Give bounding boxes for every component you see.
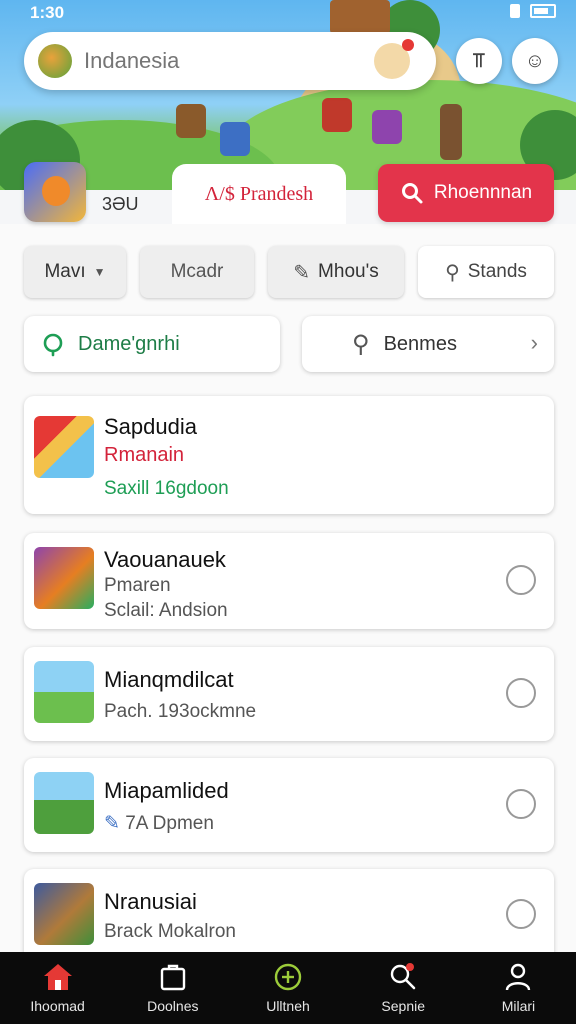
search-icon <box>391 963 416 990</box>
tab-region-label: Λ/$ Prandesh <box>204 182 314 205</box>
plus-circle-icon <box>274 963 302 991</box>
puzzle-icon: ✎ <box>293 261 311 284</box>
search-action-button[interactable]: Rhoennnan <box>378 164 554 222</box>
tag-icon: ✎ <box>104 813 120 834</box>
signal-icon <box>510 4 520 18</box>
filter-dropdown-label: Mavı <box>44 261 86 282</box>
filter-dropdown[interactable]: Mavı ▼ <box>24 246 126 298</box>
item-subtitle: Pmaren <box>104 575 171 596</box>
nav-search[interactable]: Sepnie <box>346 952 461 1024</box>
profile-row: 3ƏU Λ/$ Prandesh Rhoennnan <box>0 160 576 230</box>
select-radio[interactable] <box>506 899 536 929</box>
tools-label: Benmes <box>383 332 457 355</box>
select-radio[interactable] <box>506 678 536 708</box>
item-meta: Saxill 16gdoon <box>104 478 229 500</box>
location-search-bar[interactable] <box>24 32 436 90</box>
profile-icon <box>506 963 531 991</box>
nav-profile-label: Milari <box>501 998 536 1014</box>
status-time: 1:30 <box>30 3 65 22</box>
game-thumbnail <box>34 661 94 723</box>
game-thumbnail <box>34 883 94 945</box>
list-item[interactable]: Miapamlided ✎ 7A Dpmen <box>24 758 554 852</box>
item-title: Sapdudia <box>104 414 197 439</box>
search-input[interactable] <box>84 48 374 74</box>
item-meta: Sclail: Andsion <box>104 600 228 621</box>
nav-home-label: Ihoomad <box>30 998 85 1014</box>
game-avatar[interactable] <box>24 162 86 222</box>
bag-icon <box>160 964 185 991</box>
chevron-right-icon: › <box>530 330 538 355</box>
game-thumbnail <box>34 416 94 478</box>
wrench-icon: ⚲ <box>352 330 370 358</box>
item-title: Vaouanauek <box>104 547 226 572</box>
select-radio[interactable] <box>506 789 536 819</box>
tools-button[interactable]: ⚲ Benmes › <box>302 316 554 372</box>
filter-chip-stands-label: Stands <box>467 261 527 282</box>
smile-icon: ☺ <box>524 49 546 72</box>
nav-create-label: Ulltneh <box>266 998 310 1014</box>
item-title: Mianqmdilcat <box>104 667 234 692</box>
nav-tools[interactable]: Doolnes <box>115 952 230 1024</box>
battery-icon <box>530 4 556 18</box>
account-button[interactable]: ☺ <box>512 38 558 84</box>
points-value: 3ƏU <box>102 194 139 214</box>
filter-chip-mode-label: Mcadr <box>170 261 224 282</box>
item-title: Nranusiai <box>104 889 197 914</box>
list-item[interactable]: Sapdudia Rmanain Saxill 16gdoon <box>24 396 554 514</box>
map-search-label: Dame'gnrhi <box>78 332 180 355</box>
select-radio[interactable] <box>506 565 536 595</box>
nav-profile[interactable]: Milari <box>461 952 576 1024</box>
item-meta-text: Saxill 16gdoon <box>104 478 229 499</box>
item-meta-text: 7A Dpmen <box>125 813 214 834</box>
item-meta: Brack Mokalron <box>104 921 236 942</box>
search-action-label: Rhoennnan <box>433 182 533 203</box>
tab-region[interactable]: Λ/$ Prandesh <box>172 164 346 224</box>
chevron-down-icon: ▼ <box>93 265 106 279</box>
person-pin-icon: ⚲ <box>445 261 460 284</box>
filter-chip-hours[interactable]: ✎ Mhou's <box>268 246 404 298</box>
map-search-button[interactable]: Dame'gnrhi <box>24 316 280 372</box>
game-thumbnail <box>34 772 94 834</box>
nav-tools-label: Doolnes <box>147 998 199 1014</box>
filter-chip-hours-label: Mhou's <box>318 261 379 282</box>
item-meta: ✎ 7A Dpmen <box>104 812 214 835</box>
location-icon <box>38 44 72 78</box>
nav-home[interactable]: Ihoomad <box>0 952 115 1024</box>
character-avatar-icon[interactable] <box>374 39 414 79</box>
ranking-button[interactable]: ⫪ <box>456 38 502 84</box>
status-icons <box>510 4 556 18</box>
nav-create[interactable]: Ulltneh <box>230 952 345 1024</box>
list-item[interactable]: Mianqmdilcat Pach. 193ockmne <box>24 647 554 741</box>
home-icon <box>43 964 72 990</box>
item-subtitle: Rmanain <box>104 444 185 466</box>
filter-chip-stands[interactable]: ⚲ Stands <box>418 246 554 298</box>
item-meta: Pach. 193ockmne <box>104 701 257 722</box>
game-thumbnail <box>34 547 94 609</box>
list-item[interactable]: Vaouanauek Pmaren Sclail: Andsion <box>24 533 554 629</box>
status-bar: 1:30 <box>0 0 576 26</box>
nav-search-label: Sepnie <box>381 998 425 1014</box>
filter-chip-mode[interactable]: Mcadr <box>140 246 254 298</box>
item-title: Miapamlided <box>104 778 229 803</box>
bottom-navigation: Ihoomad Doolnes Ulltneh Sepnie Milari <box>0 952 576 1024</box>
search-icon <box>401 183 423 204</box>
ranking-icon: ⫪ <box>473 49 485 72</box>
location-search-icon <box>43 333 63 357</box>
